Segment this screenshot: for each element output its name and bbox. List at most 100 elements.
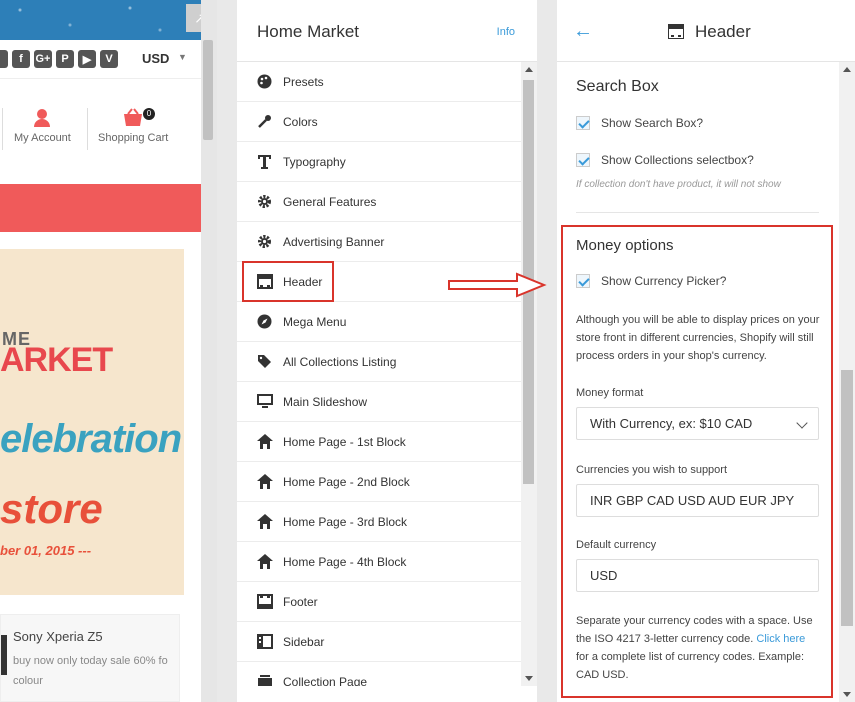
banner-text: store <box>0 485 103 532</box>
vimeo-icon[interactable]: V <box>100 50 118 68</box>
banner-date: ber 01, 2015 --- <box>0 543 92 558</box>
scroll-up-icon[interactable] <box>525 67 533 72</box>
menu-scrollbar[interactable] <box>521 62 537 686</box>
scroll-down-icon[interactable] <box>843 692 851 697</box>
scrollbar-thumb[interactable] <box>203 40 213 140</box>
currencies-input[interactable]: INR GBP CAD USD AUD EUR JPY <box>576 484 819 517</box>
panel-scrollbar[interactable] <box>839 62 855 702</box>
dropper-icon <box>256 114 273 130</box>
money-format-label: Money format <box>576 387 644 399</box>
menu-item-home-page-1st-block[interactable]: Home Page - 1st Block <box>237 422 521 462</box>
social-links: f G+ P ▶ V <box>0 48 118 70</box>
menu-item-home-page-4th-block[interactable]: Home Page - 4th Block <box>237 542 521 582</box>
menu-item-label: All Collections Listing <box>283 354 397 369</box>
facebook-icon[interactable]: f <box>12 50 30 68</box>
annotation-arrow-icon <box>448 272 547 298</box>
twitter-icon[interactable] <box>0 50 8 68</box>
scroll-up-icon[interactable] <box>843 67 851 72</box>
youtube-icon[interactable]: ▶ <box>78 50 96 68</box>
home-icon <box>256 434 273 450</box>
menu-item-presets[interactable]: Presets <box>237 62 521 102</box>
compass-icon <box>256 314 273 330</box>
show-currency-picker-checkbox[interactable]: Show Currency Picker? <box>576 274 726 288</box>
expand-icon[interactable]: ↗ <box>186 4 201 32</box>
money-options-heading: Money options <box>576 237 674 254</box>
menu-item-sidebar[interactable]: Sidebar <box>237 622 521 662</box>
settings-menu: Home Market Info Presets Colors Typography… <box>237 0 537 702</box>
preview-scrollbar[interactable] <box>201 0 217 702</box>
default-currency-label: Default currency <box>576 539 657 551</box>
menu-item-label: Collection Page <box>283 674 368 687</box>
user-icon <box>34 109 51 127</box>
menu-item-mega-menu[interactable]: Mega Menu <box>237 302 521 342</box>
divider <box>2 108 3 150</box>
menu-item-home-page-3rd-block[interactable]: Home Page - 3rd Block <box>237 502 521 542</box>
checkbox-checked[interactable] <box>576 153 590 167</box>
menu-item-label: Home Page - 4th Block <box>283 554 407 569</box>
preview-top-banner <box>0 0 201 40</box>
header-settings-panel: ← Header Search Box Show Search Box? Sho… <box>557 0 855 702</box>
cart-icon <box>124 108 143 126</box>
click-here-link[interactable]: Click here <box>756 633 805 645</box>
shopping-cart-label: Shopping Cart <box>98 132 169 144</box>
input-value: INR GBP CAD USD AUD EUR JPY <box>590 493 795 508</box>
menu-list: Presets Colors Typography General Features A… <box>237 62 521 686</box>
default-currency-input[interactable]: USD <box>576 559 819 592</box>
menu-item-collection-page[interactable]: Collection Page <box>237 662 521 686</box>
menu-item-label: Colors <box>283 114 318 129</box>
checkbox-checked[interactable] <box>576 116 590 130</box>
menu-item-label: Main Slideshow <box>283 394 368 409</box>
info-link[interactable]: Info <box>497 26 515 38</box>
theme-editor: ↗ f G+ P ▶ V USD ▼ My Account Shopping C… <box>0 0 855 702</box>
google-plus-icon[interactable]: G+ <box>34 50 52 68</box>
show-collections-checkbox[interactable]: Show Collections selectbox? <box>576 153 754 167</box>
menu-item-main-slideshow[interactable]: Main Slideshow <box>237 382 521 422</box>
menu-item-footer[interactable]: Footer <box>237 582 521 622</box>
menu-item-label: Advertising Banner <box>283 234 385 249</box>
slideshow-banner[interactable]: ME ARKET elebration store ber 01, 2015 -… <box>0 249 184 595</box>
pinterest-icon[interactable]: P <box>56 50 74 68</box>
tags-icon <box>256 354 273 370</box>
menu-item-label: Home Page - 3rd Block <box>283 514 408 529</box>
search-box-heading: Search Box <box>576 78 659 95</box>
show-search-box-checkbox[interactable]: Show Search Box? <box>576 116 703 130</box>
divider <box>576 212 819 213</box>
menu-header: Home Market Info <box>237 0 537 62</box>
checkbox-label: Show Currency Picker? <box>601 274 727 288</box>
currency-help-text: Separate your currency codes with a spac… <box>576 612 821 684</box>
back-arrow-icon[interactable]: ← <box>573 20 593 43</box>
banner-text: ARKET <box>0 341 113 379</box>
scrollbar-thumb[interactable] <box>841 370 853 626</box>
currencies-label: Currencies you wish to support <box>576 464 728 476</box>
divider <box>0 78 201 79</box>
chevron-down-icon <box>796 417 808 429</box>
checkbox-checked[interactable] <box>576 274 590 288</box>
text-icon <box>256 154 273 170</box>
panel-header: ← Header <box>557 0 855 62</box>
promo-title: Sony Xperia Z5 <box>13 629 103 644</box>
menu-item-label: Sidebar <box>283 634 325 649</box>
money-description: Although you will be able to display pri… <box>576 314 820 362</box>
sidebar-icon <box>256 634 273 650</box>
home-icon <box>256 554 273 570</box>
menu-item-general-features[interactable]: General Features <box>237 182 521 222</box>
my-account-link[interactable]: My Account <box>14 108 71 144</box>
menu-item-colors[interactable]: Colors <box>237 102 521 142</box>
promo-card[interactable]: Sony Xperia Z5 buy now only today sale 6… <box>0 614 180 702</box>
money-format-select[interactable]: With Currency, ex: $10 CAD <box>576 407 819 440</box>
currency-selector[interactable]: USD <box>142 51 169 66</box>
store-preview: ↗ f G+ P ▶ V USD ▼ My Account Shopping C… <box>0 0 201 702</box>
select-value: With Currency, ex: $10 CAD <box>590 416 753 431</box>
scroll-down-icon[interactable] <box>525 676 533 681</box>
help-text: for a complete list of currency codes. E… <box>576 651 805 681</box>
menu-item-label: Home Page - 2nd Block <box>283 474 410 489</box>
checkbox-label: Show Search Box? <box>601 116 704 130</box>
footer-icon <box>256 594 273 610</box>
menu-item-advertising-banner[interactable]: Advertising Banner <box>237 222 521 262</box>
gear-icon <box>256 234 273 250</box>
menu-item-all-collections-listing[interactable]: All Collections Listing <box>237 342 521 382</box>
shopping-cart-link[interactable]: Shopping Cart <box>98 108 168 144</box>
menu-item-typography[interactable]: Typography <box>237 142 521 182</box>
chevron-down-icon: ▼ <box>178 52 187 62</box>
menu-item-home-page-2nd-block[interactable]: Home Page - 2nd Block <box>237 462 521 502</box>
